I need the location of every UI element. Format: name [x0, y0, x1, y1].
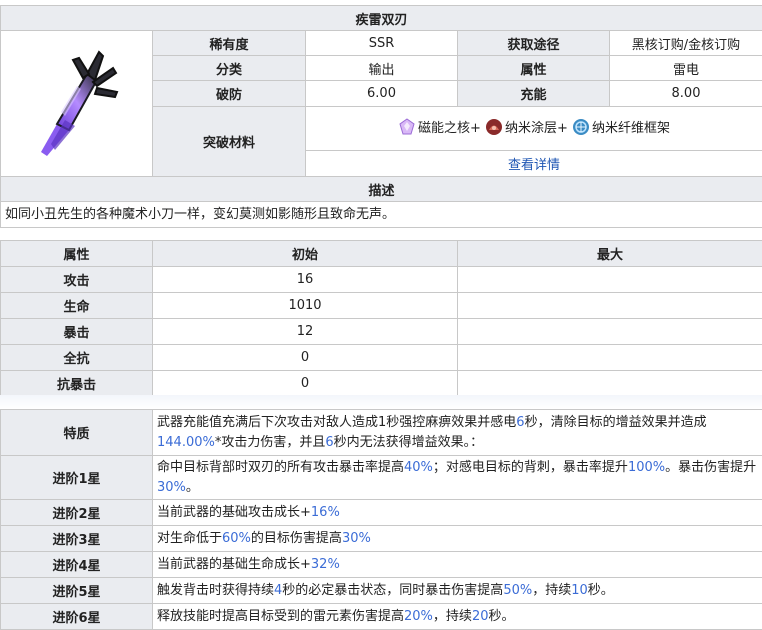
stat-name: 暴击	[1, 319, 153, 345]
materials-list: 磁能之核+ 纳米涂层+ 纳米纤维框架	[306, 107, 762, 151]
table-row: 进阶3星 对生命低于60%的目标伤害提高30%	[1, 526, 762, 552]
material-item: 纳米纤维框架	[572, 117, 670, 136]
table-row: 暴击 12	[1, 319, 762, 345]
advance-label: 进阶1星	[1, 456, 153, 500]
advance-text: 当前武器的基础攻击成长+16%	[153, 500, 762, 526]
view-details-link[interactable]: 查看详情	[508, 158, 560, 173]
stats-table: 属性 初始 最大 攻击 16 生命 1010 暴击 12 全抗 0 抗暴击 0	[0, 240, 762, 397]
source-value: 黑核订购/金核订购	[610, 31, 762, 56]
nanofiber-frame-icon	[572, 118, 590, 136]
stat-name: 攻击	[1, 267, 153, 293]
stat-initial: 12	[153, 319, 458, 345]
charge-value: 8.00	[610, 81, 762, 107]
table-row: 进阶5星 触发背击时获得持续4秒的必定暴击状态，同时暴击伤害提高50%，持续10…	[1, 578, 762, 604]
charge-label: 充能	[458, 81, 610, 107]
traits-table: 特质 武器充能值充满后下次攻击对敌人造成1秒强控麻痹效果并感电6秒，清除目标的增…	[0, 409, 762, 630]
trait-text: 武器充能值充满后下次攻击对敌人造成1秒强控麻痹效果并感电6秒，清除目标的增益效果…	[153, 410, 762, 456]
stats-header-max: 最大	[458, 241, 762, 267]
table-row: 全抗 0	[1, 345, 762, 371]
description-text: 如同小丑先生的各种魔术小刀一样，变幻莫测如影随形且致命无声。	[1, 202, 762, 228]
section-divider	[0, 395, 762, 409]
nano-coating-icon	[485, 118, 503, 136]
material-item: 纳米涂层+	[485, 117, 568, 136]
table-row: 攻击 16	[1, 267, 762, 293]
stat-initial: 0	[153, 345, 458, 371]
advance-label: 进阶5星	[1, 578, 153, 604]
material-name: 纳米涂层+	[505, 117, 568, 136]
advance-text: 触发背击时获得持续4秒的必定暴击状态，同时暴击伤害提高50%，持续10秒。	[153, 578, 762, 604]
advance-label: 进阶3星	[1, 526, 153, 552]
attribute-label: 属性	[458, 56, 610, 81]
source-label: 获取途径	[458, 31, 610, 56]
category-label: 分类	[153, 56, 306, 81]
purple-twin-blades-icon	[17, 34, 137, 169]
table-row: 进阶1星 命中目标背部时双刃的所有攻击暴击率提高40%；对感电目标的背刺，暴击率…	[1, 456, 762, 500]
rarity-value: SSR	[306, 31, 458, 56]
table-row: 进阶4星 当前武器的基础生命成长+32%	[1, 552, 762, 578]
stat-initial: 16	[153, 267, 458, 293]
penetration-label: 破防	[153, 81, 306, 107]
stat-name: 抗暴击	[1, 371, 153, 397]
rarity-label: 稀有度	[153, 31, 306, 56]
stats-header-initial: 初始	[153, 241, 458, 267]
penetration-value: 6.00	[306, 81, 458, 107]
advance-label: 进阶2星	[1, 500, 153, 526]
stat-initial: 0	[153, 371, 458, 397]
magnetic-core-icon	[398, 118, 416, 136]
material-name: 磁能之核+	[418, 117, 481, 136]
stat-max	[458, 345, 762, 371]
table-row: 进阶2星 当前武器的基础攻击成长+16%	[1, 500, 762, 526]
attribute-value: 雷电	[610, 56, 762, 81]
material-item: 磁能之核+	[398, 117, 481, 136]
category-value: 输出	[306, 56, 458, 81]
stat-initial: 1010	[153, 293, 458, 319]
advance-label: 进阶4星	[1, 552, 153, 578]
stat-name: 全抗	[1, 345, 153, 371]
table-row: 抗暴击 0	[1, 371, 762, 397]
weapon-title: 疾雷双刃	[1, 6, 762, 31]
stat-max	[458, 293, 762, 319]
advance-text: 对生命低于60%的目标伤害提高30%	[153, 526, 762, 552]
stat-max	[458, 371, 762, 397]
advance-text: 命中目标背部时双刃的所有攻击暴击率提高40%；对感电目标的背刺，暴击率提升100…	[153, 456, 762, 500]
weapon-info-table: 疾雷双刃 稀有度 SSR 获取途径 黑核订购/金核订购	[0, 5, 762, 228]
weapon-image-cell	[1, 31, 153, 177]
stats-header-attribute: 属性	[1, 241, 153, 267]
stat-max	[458, 319, 762, 345]
materials-label: 突破材料	[153, 107, 306, 177]
stat-max	[458, 267, 762, 293]
stat-name: 生命	[1, 293, 153, 319]
advance-text: 当前武器的基础生命成长+32%	[153, 552, 762, 578]
table-row: 生命 1010	[1, 293, 762, 319]
trait-label: 特质	[1, 410, 153, 456]
description-header: 描述	[1, 177, 762, 202]
material-name: 纳米纤维框架	[592, 117, 670, 136]
details-cell: 查看详情	[306, 151, 762, 177]
